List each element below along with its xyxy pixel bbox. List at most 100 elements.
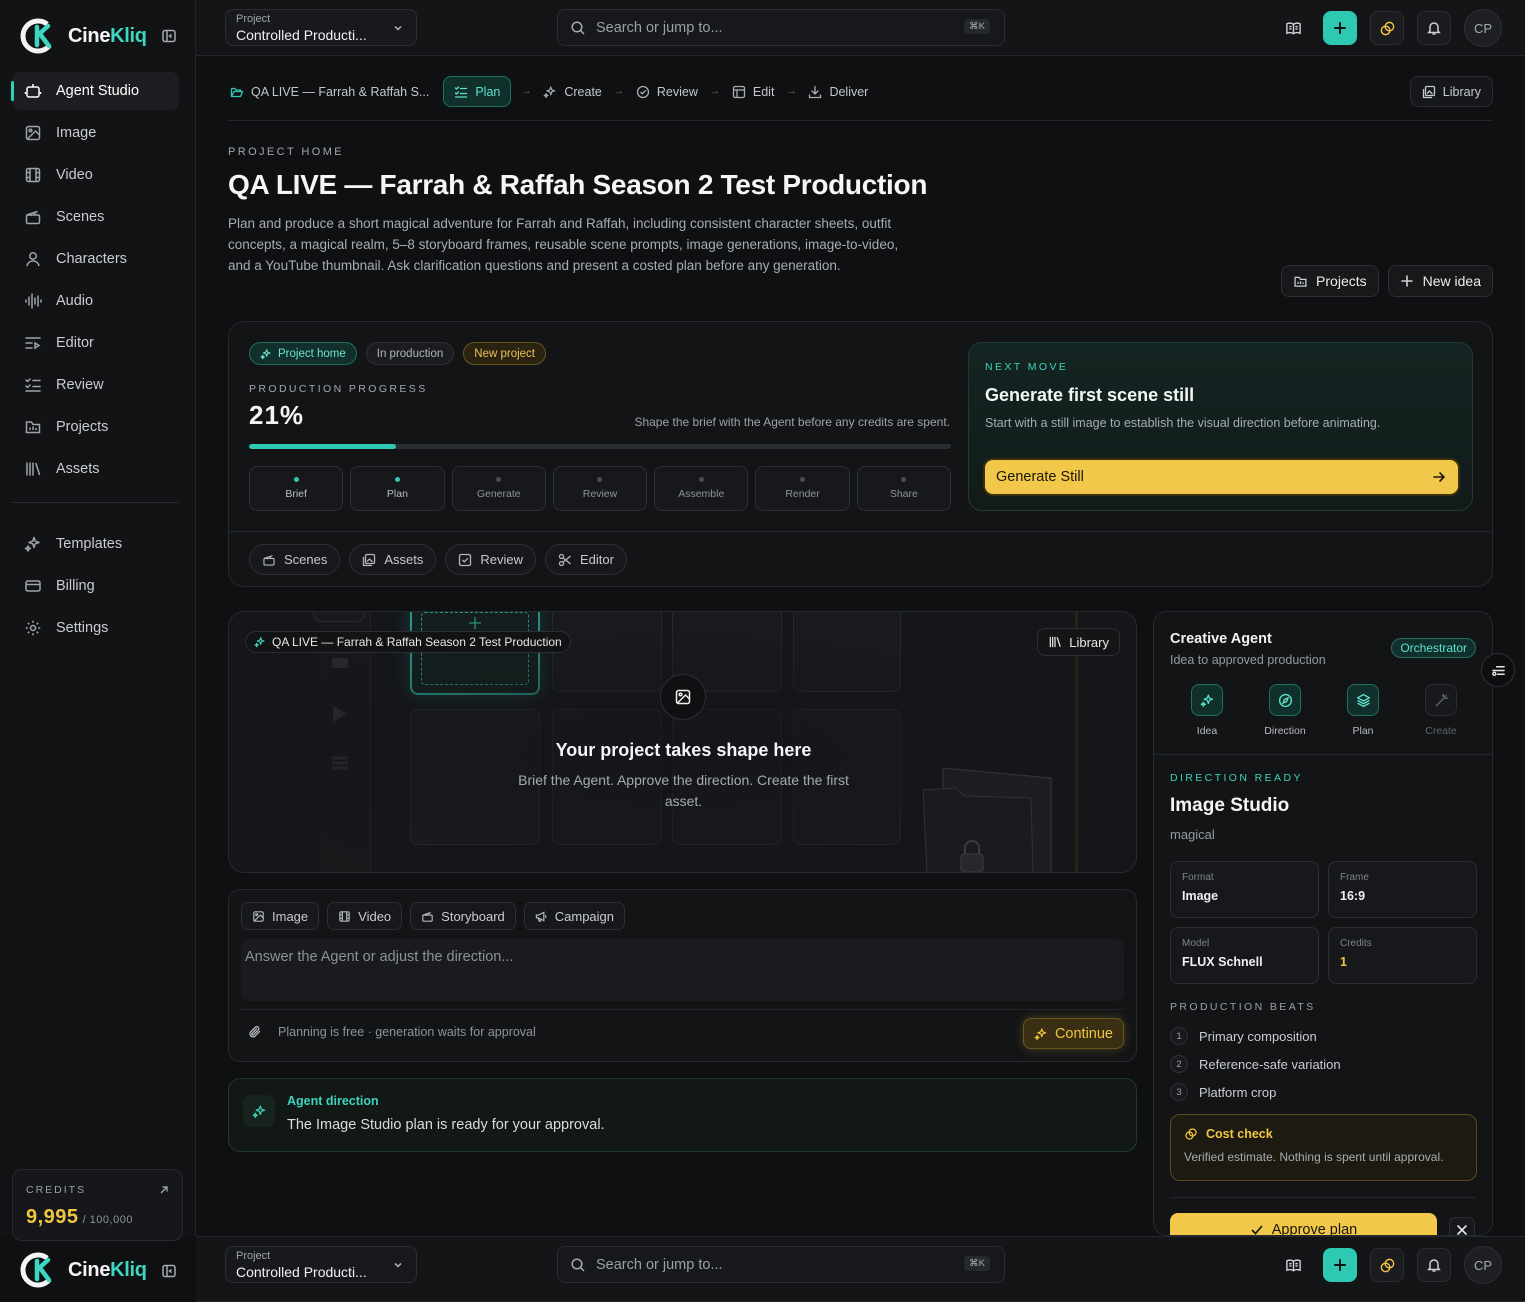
agent-stage-direction[interactable]: Direction — [1248, 684, 1322, 737]
project-select-value: Controlled Producti... — [236, 27, 367, 43]
collapse-sidebar-icon[interactable] — [160, 27, 178, 45]
page-description: Plan and produce a short magical adventu… — [228, 216, 899, 273]
canvas-project-tag: QA LIVE — Farrah & Raffah Season 2 Test … — [245, 631, 571, 653]
sidebar-item-audio[interactable]: Audio — [12, 282, 179, 320]
pipeline-step-share[interactable]: Share — [856, 466, 951, 511]
arrow-up-right-icon[interactable] — [158, 1184, 170, 1196]
projects-button[interactable]: Projects — [1281, 265, 1379, 297]
sidebar-item-settings[interactable]: Settings — [12, 609, 179, 647]
sidebar-item-templates[interactable]: Templates — [12, 525, 179, 563]
mode-campaign[interactable]: Campaign — [523, 902, 626, 930]
folder-icon — [24, 418, 42, 436]
mode-storyboard[interactable]: Storyboard — [410, 902, 516, 930]
quick-link-editor[interactable]: Editor — [545, 544, 627, 575]
pipeline-step-brief[interactable]: Brief — [249, 466, 344, 511]
agent-panel-subtitle: Idea to approved production — [1170, 653, 1326, 667]
continue-button[interactable]: Continue — [1022, 1018, 1124, 1049]
paperclip-icon[interactable] — [248, 1025, 262, 1039]
breadcrumb-step-create[interactable]: Create — [541, 76, 604, 107]
project-select[interactable]: Project Controlled Producti... — [225, 1246, 417, 1283]
quick-link-assets[interactable]: Assets — [349, 544, 437, 575]
sidebar-item-scenes[interactable]: Scenes — [12, 198, 179, 236]
credits-widget[interactable]: CREDITS 9,995/ 100,000 — [12, 1169, 183, 1241]
sparkles-icon — [254, 636, 266, 648]
sidebar-item-review[interactable]: Review — [12, 366, 179, 404]
breadcrumb-project-home[interactable]: QA LIVE — Farrah & Raffah S... — [228, 76, 431, 107]
dismiss-plan-button[interactable] — [1449, 1217, 1475, 1235]
credits-coins-icon[interactable] — [1370, 1248, 1404, 1282]
approve-plan-button[interactable]: Approve plan — [1170, 1213, 1437, 1235]
sparkles-icon — [1200, 693, 1215, 708]
composer-modes: Image Video Storyboard Campaign — [241, 902, 626, 930]
spec-key: Model — [1182, 938, 1210, 949]
stage-badge — [1425, 684, 1457, 716]
agent-stage-create[interactable]: Create — [1404, 684, 1478, 737]
sidebar-item-agent-studio[interactable]: Agent Studio — [11, 72, 179, 110]
mode-image[interactable]: Image — [241, 902, 320, 930]
spec-value: Image — [1182, 889, 1219, 903]
bell-icon[interactable] — [1417, 11, 1451, 45]
pipeline-step-render[interactable]: Render — [755, 466, 850, 511]
search-input[interactable]: Search or jump to... ⌘K — [557, 9, 1005, 46]
breadcrumb-step-review[interactable]: Review — [634, 76, 700, 107]
sidebar-item-label: Audio — [56, 293, 94, 309]
quick-links: Scenes Assets Review Editor — [249, 544, 627, 575]
pipeline-step-review[interactable]: Review — [552, 466, 648, 511]
sidebar-item-video[interactable]: Video — [12, 156, 179, 194]
docs-book-icon[interactable] — [1276, 1248, 1310, 1282]
sidebar-item-image[interactable]: Image — [12, 114, 179, 152]
brand-logo-bottom[interactable]: CineKliq — [18, 1250, 147, 1290]
avatar[interactable]: CP — [1464, 9, 1502, 47]
quick-link-scenes[interactable]: Scenes — [249, 544, 341, 575]
sidebar-item-label: Templates — [56, 536, 123, 552]
plan-specs: Format Image Frame 16:9 Model FLUX Schne… — [1170, 861, 1477, 984]
create-plus-icon[interactable] — [1323, 11, 1357, 45]
agent-avatar — [243, 1095, 275, 1127]
check-icon — [1250, 1223, 1264, 1235]
pipeline-step-plan[interactable]: Plan — [350, 466, 445, 511]
breadcrumb-step-plan[interactable]: Plan — [443, 76, 512, 107]
sidebar-item-label: Assets — [56, 461, 100, 477]
sidebar-item-projects[interactable]: Projects — [12, 408, 179, 446]
breadcrumb-step-deliver[interactable]: Deliver — [806, 76, 870, 107]
breadcrumb-step-edit[interactable]: Edit — [730, 76, 777, 107]
quick-link-review[interactable]: Review — [445, 544, 537, 575]
docs-book-icon[interactable] — [1276, 11, 1310, 45]
sidebar-item-assets[interactable]: Assets — [12, 450, 179, 488]
beat-number: 2 — [1170, 1055, 1188, 1073]
composer-input[interactable]: Answer the Agent or adjust the direction… — [241, 939, 1124, 1001]
create-plus-icon[interactable] — [1323, 1248, 1357, 1282]
agent-panel-toggle[interactable] — [1481, 653, 1515, 687]
mode-video[interactable]: Video — [327, 902, 403, 930]
sidebar-item-editor[interactable]: Editor — [12, 324, 179, 362]
pipeline-step-generate[interactable]: Generate — [451, 466, 546, 511]
step-status-dot — [800, 477, 806, 482]
sidebar-item-label: Review — [56, 377, 104, 393]
sparkles-icon — [260, 348, 272, 360]
breadcrumb-step-label: Deliver — [829, 84, 869, 99]
library-button[interactable]: Library — [1409, 76, 1493, 107]
bell-icon[interactable] — [1417, 1248, 1451, 1282]
images-icon — [362, 553, 376, 567]
compass-icon — [1278, 693, 1293, 708]
agent-stage-idea[interactable]: Idea — [1170, 684, 1244, 737]
avatar[interactable]: CP — [1464, 1246, 1502, 1284]
project-select-value: Controlled Producti... — [236, 1264, 367, 1280]
search-input[interactable]: Search or jump to... ⌘K — [557, 1246, 1005, 1283]
brand-logo[interactable]: CineKliq — [18, 16, 147, 56]
project-select-label: Project — [236, 13, 271, 25]
sidebar-item-billing[interactable]: Billing — [12, 567, 179, 605]
generate-still-button[interactable]: Generate Still — [985, 460, 1458, 494]
folder-open-icon — [230, 85, 244, 99]
clapperboard-icon — [421, 910, 434, 923]
canvas-headline: Your project takes shape here — [555, 740, 812, 760]
pipeline-step-assemble[interactable]: Assemble — [654, 466, 749, 511]
canvas-library-button[interactable]: Library — [1037, 628, 1120, 656]
project-select[interactable]: Project Controlled Producti... — [225, 9, 417, 46]
sidebar-item-characters[interactable]: Characters — [12, 240, 179, 278]
collapse-sidebar-icon[interactable] — [160, 1262, 178, 1280]
credits-coins-icon[interactable] — [1370, 11, 1404, 45]
new-idea-button[interactable]: New idea — [1387, 265, 1493, 297]
agent-stage-plan[interactable]: Plan — [1326, 684, 1400, 737]
arrow-right-icon: → — [613, 85, 625, 97]
